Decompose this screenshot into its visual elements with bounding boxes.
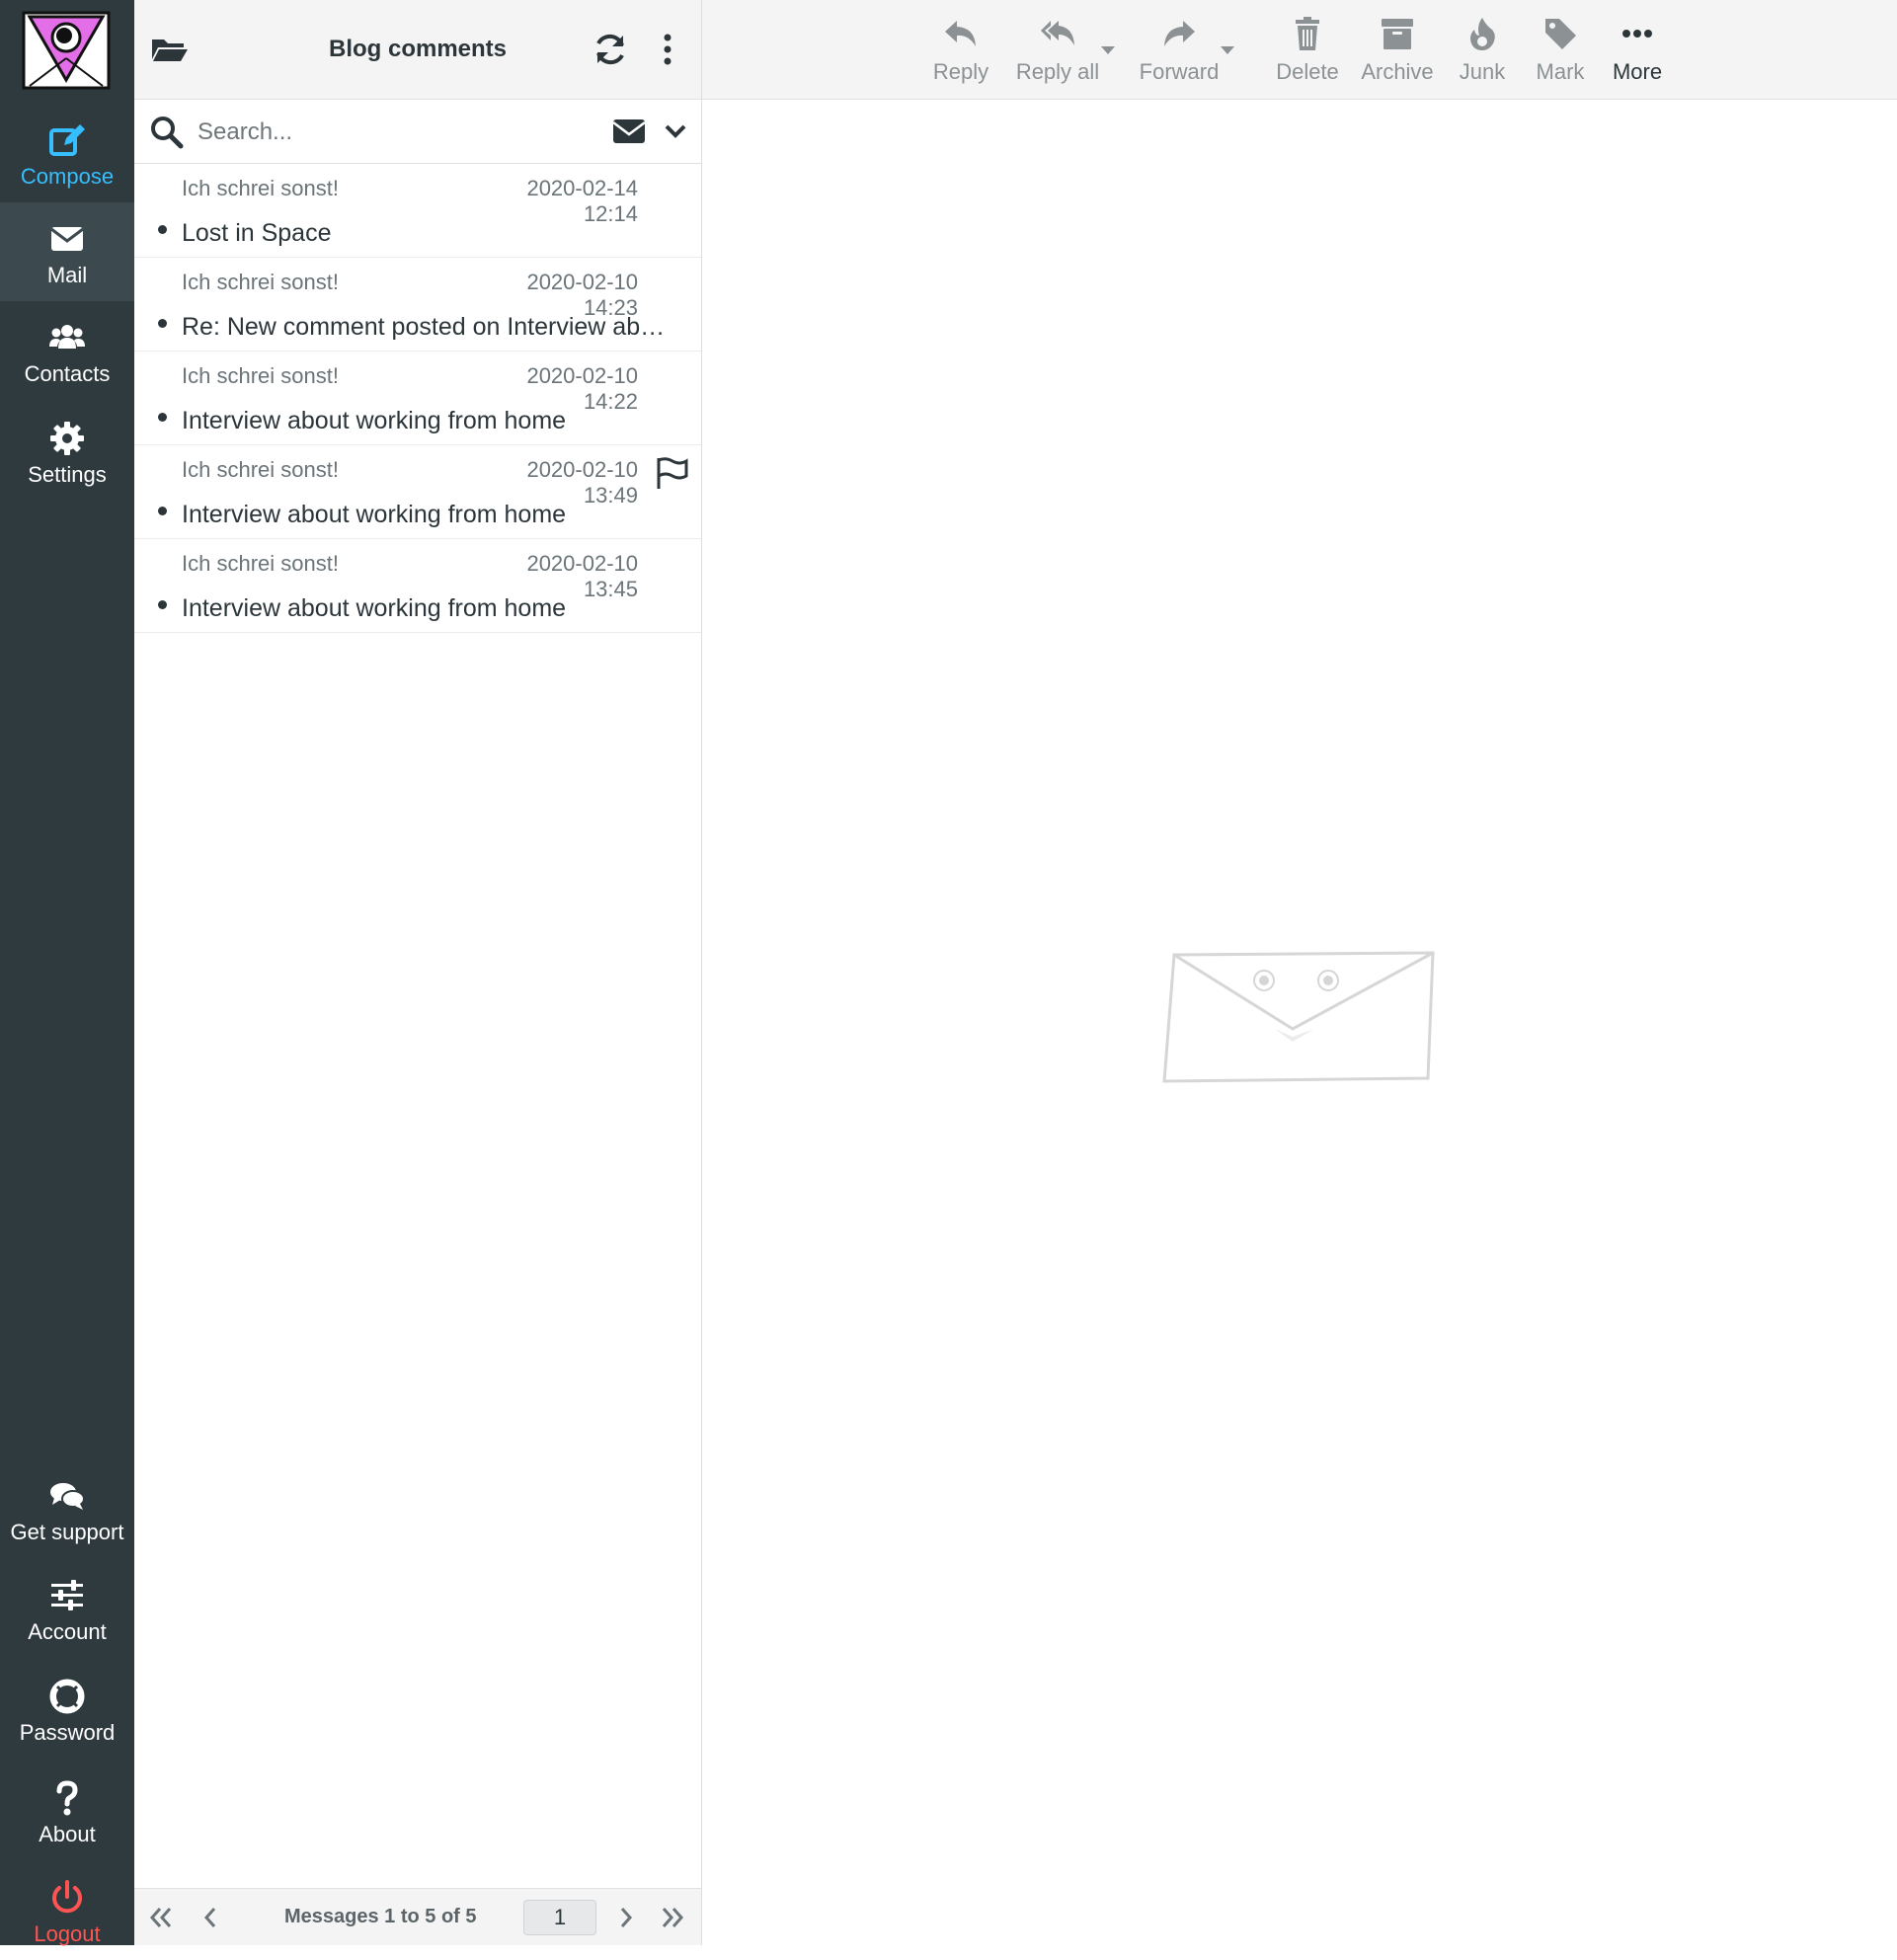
gear-icon [50, 422, 84, 455]
forward-label: Forward [1139, 59, 1220, 84]
forward-button[interactable]: Forward [1125, 0, 1233, 99]
search-icon [151, 117, 184, 149]
message-sender: Ich schrei sonst! [182, 363, 339, 388]
nav-account[interactable]: Account [0, 1559, 134, 1658]
trash-icon [1296, 17, 1319, 50]
first-page-icon[interactable] [146, 1903, 176, 1932]
unread-dot-icon [158, 319, 167, 328]
nav-mail-label: Mail [46, 263, 88, 287]
page-number-input[interactable]: 1 [523, 1900, 596, 1935]
reply-all-button[interactable]: Reply all [1002, 0, 1113, 99]
ellipsis-icon [1622, 30, 1652, 38]
search-bar [134, 100, 701, 164]
nav-mail[interactable]: Mail [0, 202, 134, 301]
compose-icon [49, 124, 85, 156]
mark-label: Mark [1536, 59, 1585, 84]
nav-contacts-label: Contacts [24, 361, 111, 386]
message-subject: Lost in Space [182, 219, 332, 247]
power-icon [52, 1880, 82, 1914]
pagination: Messages 1 to 5 of 5 1 [134, 1888, 701, 1945]
list-header: Blog comments [134, 0, 701, 100]
flag-icon[interactable] [654, 455, 689, 491]
delete-label: Delete [1276, 59, 1339, 84]
envelope-icon [50, 227, 84, 251]
nav-about[interactable]: About [0, 1762, 134, 1860]
kebab-menu-icon[interactable] [648, 30, 687, 69]
nav-get-support[interactable]: Get support [0, 1459, 134, 1558]
delete-button[interactable]: Delete [1273, 0, 1342, 99]
message-subject: Re: New comment posted on Interview abou… [182, 313, 675, 341]
message-sender: Ich schrei sonst! [182, 176, 339, 200]
message-row[interactable]: Ich schrei sonst! 2020-02-10 13:45 Inter… [134, 539, 701, 633]
message-sender: Ich schrei sonst! [182, 457, 339, 482]
empty-envelope-watermark-icon [1162, 951, 1435, 1083]
nav-logout[interactable]: Logout [0, 1861, 134, 1960]
nav-compose[interactable]: Compose [0, 104, 134, 202]
next-page-icon[interactable] [611, 1903, 641, 1932]
tag-icon [1545, 19, 1576, 49]
message-subject: Interview about working from home [182, 501, 567, 528]
nav-settings[interactable]: Settings [0, 402, 134, 501]
reply-icon [945, 21, 976, 46]
last-page-icon[interactable] [658, 1903, 687, 1932]
reply-all-icon [1041, 21, 1074, 45]
nav-account-label: Account [28, 1619, 107, 1644]
reply-button[interactable]: Reply [923, 0, 998, 99]
unread-dot-icon [158, 225, 167, 234]
chat-bubbles-icon [50, 1483, 85, 1510]
nav-password[interactable]: Password [0, 1660, 134, 1759]
users-icon [49, 325, 85, 349]
message-subject: Interview about working from home [182, 594, 567, 622]
reply-all-dropdown-icon[interactable] [1100, 45, 1116, 55]
nav-logout-label: Logout [34, 1921, 101, 1946]
more-label: More [1612, 59, 1663, 84]
message-row[interactable]: Ich schrei sonst! 2020-02-14 12:14 Lost … [134, 164, 701, 258]
refresh-icon[interactable] [591, 30, 630, 69]
previous-page-icon[interactable] [196, 1903, 225, 1932]
message-content-panel: Reply Reply all Forward Delete Archive J… [702, 0, 1897, 1945]
junk-label: Junk [1459, 59, 1506, 84]
archive-label: Archive [1361, 59, 1434, 84]
mark-button[interactable]: Mark [1528, 0, 1593, 99]
message-sender: Ich schrei sonst! [182, 270, 339, 294]
nav-contacts[interactable]: Contacts [0, 301, 134, 400]
message-row[interactable]: Ich schrei sonst! 2020-02-10 14:22 Inter… [134, 352, 701, 445]
unread-dot-icon [158, 600, 167, 609]
reply-label: Reply [932, 59, 989, 84]
fire-icon [1470, 18, 1495, 50]
message-count: Messages 1 to 5 of 5 [284, 1906, 477, 1927]
forward-dropdown-icon[interactable] [1220, 45, 1235, 55]
search-input[interactable] [196, 114, 594, 151]
chevron-down-icon[interactable] [664, 119, 687, 143]
nav-get-support-label: Get support [10, 1520, 124, 1544]
reply-all-label: Reply all [1015, 59, 1100, 84]
main-navigation: Compose Mail Contacts Settings Get suppo… [0, 0, 134, 1946]
lifebuoy-icon [49, 1679, 85, 1714]
nav-about-label: About [39, 1822, 96, 1846]
message-list-panel: Blog comments Ich schrei sonst! 2020 [134, 0, 702, 1945]
sliders-icon [51, 1580, 83, 1610]
forward-icon [1164, 21, 1195, 46]
archive-button[interactable]: Archive [1354, 0, 1441, 99]
unread-dot-icon [158, 507, 167, 515]
nav-compose-label: Compose [20, 164, 115, 189]
envelope-filter-icon[interactable] [612, 117, 646, 146]
message-toolbar: Reply Reply all Forward Delete Archive J… [702, 0, 1897, 100]
message-row[interactable]: Ich schrei sonst! 2020-02-10 13:49 Inter… [134, 445, 701, 539]
message-row[interactable]: Ich schrei sonst! 2020-02-10 14:23 Re: N… [134, 258, 701, 352]
nav-settings-label: Settings [28, 462, 107, 487]
junk-button[interactable]: Junk [1451, 0, 1514, 99]
more-button[interactable]: More [1605, 0, 1670, 99]
nav-password-label: Password [19, 1720, 116, 1745]
app-logo [22, 11, 111, 90]
unread-dot-icon [158, 413, 167, 422]
message-subject: Interview about working from home [182, 407, 567, 434]
archive-icon [1382, 19, 1413, 49]
message-sender: Ich schrei sonst! [182, 551, 339, 576]
question-icon [56, 1780, 78, 1816]
